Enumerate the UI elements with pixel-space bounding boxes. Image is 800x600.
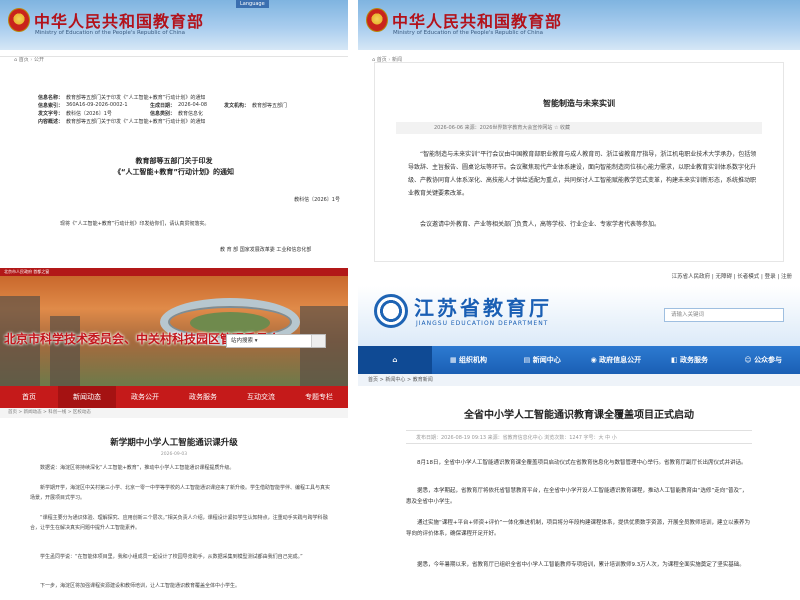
search-icon[interactable] <box>311 335 325 347</box>
meta-value: 教育部等五部门 <box>252 103 288 109</box>
article-paragraph: 数据说：海淀区将持续深化“人工智能+教育”，推动中小学人工智能通识课程提质升级。 <box>40 465 235 471</box>
nav-item-topics[interactable]: 专题专栏 <box>290 386 348 408</box>
nav-label: 政府信息公开 <box>599 356 642 364</box>
article-paragraph: 8月18日，全省中小学人工智能通识教育课全覆盖项目启动仪式在省教育信息化与数智管… <box>417 460 747 466</box>
news-icon: ▤ <box>523 356 533 364</box>
department-logo-icon <box>374 294 408 328</box>
search-box[interactable]: 站内搜索 ▾ <box>226 334 326 348</box>
meta-value: 教育部等五部门关于印发《“人工智能+教育”行动计划》的通知 <box>66 119 206 125</box>
nav-item-gov-info[interactable]: ◉ 政府信息公开 <box>579 346 653 374</box>
article-date: 2026-09-03 <box>160 452 188 457</box>
language-link[interactable]: Language <box>236 0 269 8</box>
search-label: 站内搜索 <box>231 338 254 344</box>
article-title: 全省中小学人工智能通识教育课全覆盖项目正式启动 <box>464 410 694 421</box>
main-nav: 首页 新闻动态 政务公开 政务服务 互动交流 专题专栏 <box>0 386 348 408</box>
building-shape <box>50 316 80 386</box>
nav-item-interaction[interactable]: 互动交流 <box>232 386 290 408</box>
nav-item-gov-affairs[interactable]: 政务公开 <box>116 386 174 408</box>
notice-heading: 《“人工智能+教育”行动计划》的通知 <box>113 168 235 176</box>
jiangsu-edu-panel: 江苏省人民政府 | 无障碍 | 长者模式 | 登录 | 注册 江苏省教育厅 JI… <box>358 268 800 600</box>
chevron-down-icon: ▾ <box>253 338 258 344</box>
article-meta: 2026-06-06 来源：2026世界数字教育大会宣传网站 ☆ 收藏 <box>396 122 762 134</box>
nav-home-icon[interactable]: ⌂ <box>358 346 432 374</box>
article-paragraph: “智能制造与未来实训”平行会议由中国教育部职业教育与成人教育司、浙江省教育厅指导… <box>408 151 757 197</box>
article-paragraph: “课程主要分为通识体验、理解探究、应用创新三个层次。”相关负责人介绍，课程设计紧… <box>30 515 328 531</box>
meta-label: 信息索引： <box>38 103 64 109</box>
meta-value: 2026-04-08 <box>178 102 208 108</box>
people-icon: ☺ <box>744 356 755 364</box>
moe-header: 中华人民共和国教育部 Ministry of Education of the … <box>358 0 800 50</box>
article-paragraph: 通过实施“课程+平台+师资+评价”一体化推进机制，项目将分年段构建课程体系，提供… <box>406 520 751 537</box>
article-paragraph: 据悉，本学期起，省教育厅将依托省智慧教育平台，在全省中小学开设人工智能通识教育课… <box>406 488 748 505</box>
meta-value: 教育信息化 <box>178 111 204 117</box>
site-header: 江苏省教育厅 JIANGSU EDUCATION DEPARTMENT 请输入关… <box>358 286 800 346</box>
main-nav: ⌂ ▦ 组织机构 ▤ 新闻中心 ◉ 政府信息公开 ◧ 政务服务 ☺ 公众参与 <box>358 346 800 374</box>
article-paragraph: 下一步，海淀区将加强课程资源建设和教师培训，让人工智能通识教育覆盖全体中小学生。 <box>40 583 241 589</box>
national-emblem-icon <box>8 8 30 32</box>
meta-label: 内容概述： <box>38 119 64 125</box>
moe-notice-panel: 中华人民共和国教育部 Ministry of Education of the … <box>0 0 348 262</box>
site-subtitle: JIANGSU EDUCATION DEPARTMENT <box>416 320 549 327</box>
top-bar: 北京市人民政府 首都之窗 <box>0 268 348 276</box>
meta-label: 信息名称： <box>38 95 64 101</box>
meta-label: 信息类别： <box>150 111 176 117</box>
meta-label: 发文字号： <box>38 111 64 117</box>
article-meta: 发布日期：2026-08-19 09:13 来源：省教育信息化中心 浏览次数：1… <box>406 430 752 444</box>
breadcrumb[interactable]: 首页 > 新闻中心 > 教育新闻 <box>358 374 800 386</box>
info-icon: ◉ <box>590 356 600 364</box>
beijing-kw-panel: 北京市人民政府 首都之窗 北京市科学技术委员会、中关村科技园区管理委员会 站内搜… <box>0 268 348 600</box>
nav-item-news[interactable]: ▤ 新闻中心 <box>505 346 579 374</box>
article-title: 智能制造与未来实训 <box>543 99 615 108</box>
banner-image: 北京市科学技术委员会、中关村科技园区管理委员会 站内搜索 ▾ <box>0 276 348 386</box>
notice-heading: 教育部等五部门关于印发 <box>135 157 213 165</box>
nav-item-news[interactable]: 新闻动态 <box>58 386 116 408</box>
article-paragraph: 会议邀请中外教育、产业等相关部门负责人，高等学校、行业企业、专家学者代表等参加。 <box>420 221 661 228</box>
nav-item-org[interactable]: ▦ 组织机构 <box>432 346 506 374</box>
article-paragraph: 新学期开学，海淀区中关村第三小学、北京一零一中学等学校的人工智能通识课迎来了新升… <box>30 485 331 501</box>
meta-value: 教科信〔2026〕1号 <box>66 111 112 117</box>
meta-value: 教育部等五部门关于印发《“人工智能+教育”行动计划》的通知 <box>66 95 206 101</box>
national-emblem-icon <box>366 8 388 32</box>
moe-header: 中华人民共和国教育部 Ministry of Education of the … <box>0 0 348 50</box>
breadcrumb[interactable]: 首页 > 新闻动态 > 科创一线 > 区校动态 <box>0 408 348 418</box>
nav-label: 组织机构 <box>459 356 488 364</box>
site-title: 江苏省教育厅 <box>414 296 552 320</box>
nav-item-home[interactable]: 首页 <box>0 386 58 408</box>
nav-label: 新闻中心 <box>532 356 561 364</box>
site-subtitle: Ministry of Education of the People's Re… <box>393 30 543 36</box>
article-title: 新学期中小学人工智能通识课升级 <box>110 438 238 448</box>
moe-news-panel: 中华人民共和国教育部 Ministry of Education of the … <box>358 0 800 262</box>
nav-label: 政务服务 <box>680 356 709 364</box>
article-paragraph: 学生孟同学说：“在智能体项目里，我和小组成员一起设计了校园导览助手，从数据采集到… <box>40 554 303 560</box>
nav-item-services[interactable]: ◧ 政务服务 <box>653 346 727 374</box>
article-paragraph: 据悉，今年暑期以来，省教育厅已组织全省中小学人工智能教师专项培训，累计培训教师9… <box>417 562 745 568</box>
nav-label: 公众参与 <box>754 356 783 364</box>
meta-label: 生成日期： <box>150 103 176 109</box>
nav-item-services[interactable]: 政务服务 <box>174 386 232 408</box>
top-bar: 江苏省人民政府 | 无障碍 | 长者模式 | 登录 | 注册 <box>358 268 800 286</box>
notice-body: 现将《“人工智能+教育”行动计划》印发给你们，请认真贯彻落实。 <box>60 221 210 227</box>
site-title: 中华人民共和国教育部 <box>392 12 563 31</box>
site-subtitle: Ministry of Education of the People's Re… <box>35 30 185 36</box>
search-input[interactable]: 请输入关键词 <box>664 308 784 322</box>
org-icon: ▦ <box>449 356 460 364</box>
document-number: 教科信〔2026〕1号 <box>294 197 340 203</box>
site-title: 中华人民共和国教育部 <box>34 12 205 31</box>
top-links[interactable]: 江苏省人民政府 | 无障碍 | 长者模式 | 登录 | 注册 <box>672 272 792 280</box>
issuers-signature: 教 育 部 国家发展改革委 工业和信息化部 <box>220 247 312 253</box>
meta-value: 360A16-09-2026-0002-1 <box>66 102 128 108</box>
nav-item-public[interactable]: ☺ 公众参与 <box>726 346 800 374</box>
meta-label: 发文机构： <box>224 103 250 109</box>
service-icon: ◧ <box>670 356 681 364</box>
